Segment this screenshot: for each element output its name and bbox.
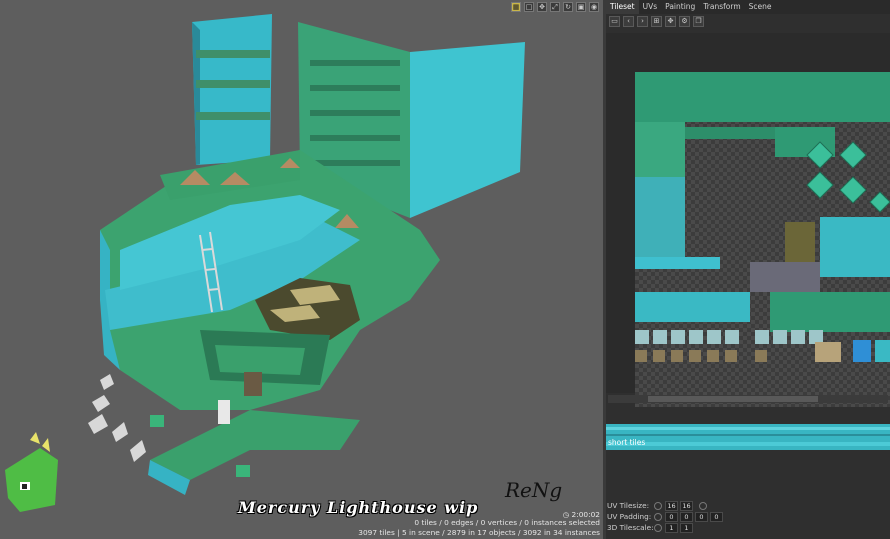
uv-tilesize-x[interactable]: 16	[665, 500, 678, 511]
select-icon[interactable]: ▣	[576, 2, 586, 12]
tileset-toolbar: ▭ ‹ › ⊞ ✥ ⚙ ❐	[606, 16, 704, 30]
tab-tileset[interactable]: Tileset	[606, 0, 639, 14]
caption: Mercury Lighthouse wip	[238, 498, 479, 517]
dragon-mascot	[5, 432, 58, 512]
next-icon[interactable]: ›	[637, 16, 648, 27]
bridge	[150, 410, 360, 480]
tileset-panel: Tileset UVs Painting Transform Scene ▭ ‹…	[606, 0, 890, 539]
uv-padding-top[interactable]: 0	[680, 511, 693, 522]
link-icon[interactable]	[654, 512, 662, 521]
uv-tilesize-reset-icon[interactable]	[699, 501, 707, 510]
tower-left	[192, 14, 272, 165]
tile-strip[interactable]	[606, 424, 890, 450]
status-scene: 3097 tiles | 5 in scene / 2879 in 17 obj…	[358, 528, 600, 537]
uv-padding-label: UV Padding:	[607, 512, 652, 521]
transform-icon[interactable]: ✥	[537, 2, 547, 12]
status-bar: 0 tiles / 0 edges / 0 vertices / 0 insta…	[358, 518, 600, 538]
grid-toggle-icon[interactable]: ⊞	[651, 16, 662, 27]
grid-icon[interactable]: ▦	[511, 2, 521, 12]
uv-tilesize-row: UV Tilesize: 16 16	[606, 500, 890, 511]
frame-icon[interactable]: □	[524, 2, 534, 12]
tilescale-x[interactable]: 1	[665, 522, 678, 533]
scale-icon[interactable]: ⤢	[550, 2, 560, 12]
3d-viewport[interactable]: ▦ □ ✥ ⤢ ↻ ▣ ◉ Mercury Lighthouse wip ReN…	[0, 0, 603, 539]
panel-tabs: Tileset UVs Painting Transform Scene	[606, 0, 890, 14]
signature: ReNg	[505, 478, 563, 502]
uv-tilesize-label: UV Tilesize:	[607, 501, 650, 510]
tileset-image[interactable]	[635, 72, 890, 407]
tileset-scrollbar[interactable]	[608, 395, 888, 403]
settings-icon[interactable]: ⚙	[679, 16, 690, 27]
tileset-canvas[interactable]	[606, 33, 890, 407]
camera-icon[interactable]: ◉	[589, 2, 599, 12]
link-icon[interactable]	[654, 523, 662, 532]
tab-scene[interactable]: Scene	[745, 0, 776, 14]
copy-icon[interactable]: ❐	[693, 16, 704, 27]
prev-icon[interactable]: ‹	[623, 16, 634, 27]
strip-label: short tiles	[608, 438, 646, 447]
uv-padding-row: UV Padding: 0 0 0 0	[606, 511, 890, 522]
uv-tilesize-y[interactable]: 16	[680, 500, 693, 511]
building-side	[410, 42, 525, 218]
uv-padding-right[interactable]: 0	[695, 511, 708, 522]
tilescale-label: 3D Tilescale:	[607, 523, 654, 532]
tab-painting[interactable]: Painting	[661, 0, 699, 14]
scrollbar-thumb[interactable]	[648, 396, 818, 402]
viewport-toolbar: ▦ □ ✥ ⤢ ↻ ▣ ◉	[511, 2, 599, 14]
image-icon[interactable]: ▭	[609, 16, 620, 27]
tab-uvs[interactable]: UVs	[639, 0, 662, 14]
rotate-icon[interactable]: ↻	[563, 2, 573, 12]
uv-padding-left[interactable]: 0	[665, 511, 678, 522]
link-icon[interactable]	[654, 501, 662, 510]
scene-render[interactable]	[0, 0, 603, 539]
uv-properties: UV Tilesize: 16 16 UV Padding: 0 0 0 0 3…	[606, 500, 890, 533]
uv-padding-bottom[interactable]: 0	[710, 511, 723, 522]
tab-transform[interactable]: Transform	[699, 0, 744, 14]
move-icon[interactable]: ✥	[665, 16, 676, 27]
tilescale-y[interactable]: 1	[680, 522, 693, 533]
tilescale-row: 3D Tilescale: 1 1	[606, 522, 890, 533]
status-selection: 0 tiles / 0 edges / 0 vertices / 0 insta…	[414, 518, 600, 527]
